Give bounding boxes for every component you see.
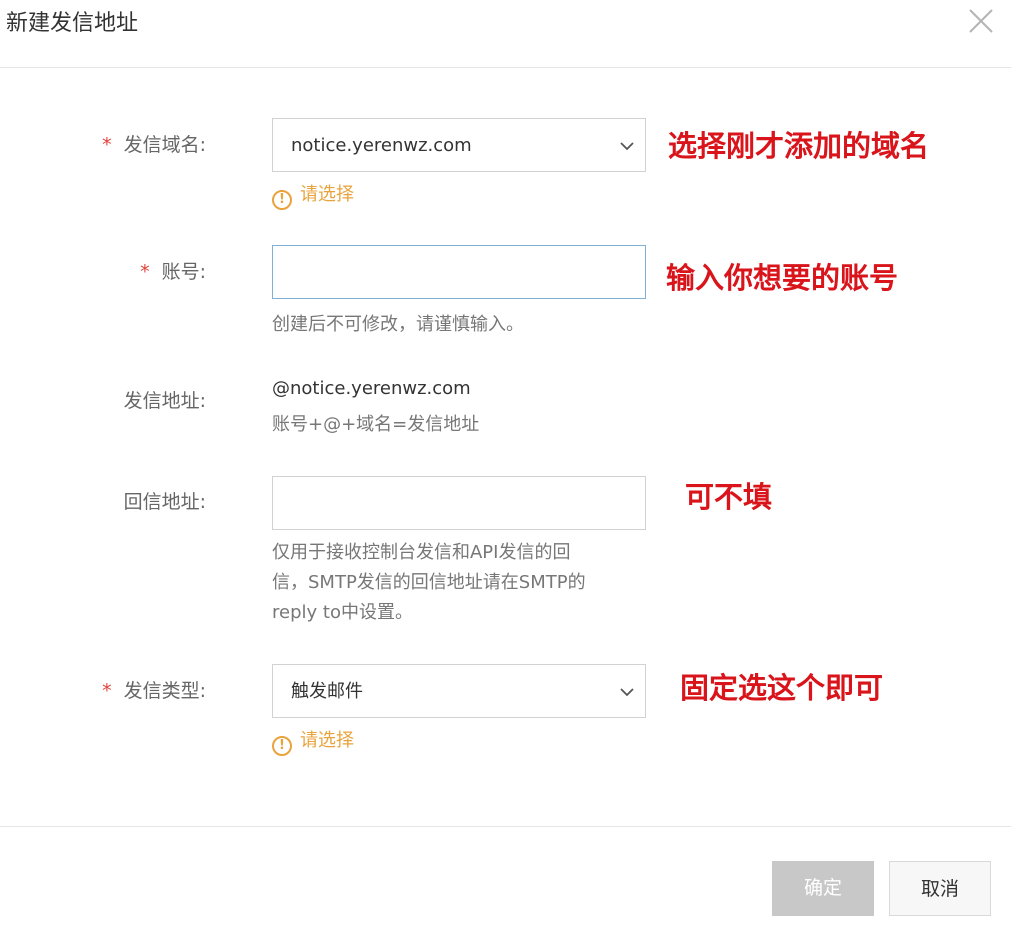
required-asterisk: * [102,134,112,156]
reply-label: 回信地址: [123,491,206,513]
address-label: 发信地址: [123,390,206,412]
account-input-box [272,245,646,299]
required-asterisk: * [102,680,112,702]
exclamation-circle-icon: ! [272,736,292,756]
required-asterisk: * [140,261,150,283]
domain-select-value: notice.yerenwz.com [291,135,472,156]
type-label: * 发信类型: [102,680,206,702]
account-input[interactable] [273,246,645,298]
domain-label: * 发信域名: [102,134,206,156]
annotation-reply: 可不填 [685,480,773,514]
reply-input[interactable] [273,477,645,529]
type-warning: ! 请选择 [272,728,354,756]
domain-warning: ! 请选择 [272,182,354,210]
reply-hint-line: reply to中设置。 [272,602,413,623]
annotation-type: 固定选这个即可 [680,671,884,705]
reply-input-box [272,476,646,530]
reply-hint-line: 仅用于接收控制台发信和API发信的回 [272,542,571,563]
dialog-header: 新建发信地址 [0,0,1011,68]
reply-hint-line: 信，SMTP发信的回信地址请在SMTP的 [272,572,586,593]
dialog-footer-divider [0,826,1011,827]
address-value: @notice.yerenwz.com [272,378,471,399]
type-select-value: 触发邮件 [291,681,363,702]
account-label: * 账号: [140,261,206,283]
chevron-down-icon [620,142,634,151]
exclamation-circle-icon: ! [272,190,292,210]
chevron-down-icon [620,688,634,697]
type-select[interactable]: 触发邮件 [272,664,646,718]
annotation-domain: 选择刚才添加的域名 [668,129,930,163]
cancel-button[interactable]: 取消 [889,861,991,916]
address-hint: 账号+@+域名=发信地址 [272,414,480,435]
annotation-account: 输入你想要的账号 [666,261,899,295]
close-icon[interactable] [965,5,997,37]
account-hint: 创建后不可修改，请谨慎输入。 [272,314,524,335]
reply-hint: 仅用于接收控制台发信和API发信的回 信，SMTP发信的回信地址请在SMTP的 … [272,538,652,628]
domain-select[interactable]: notice.yerenwz.com [272,118,646,172]
confirm-button[interactable]: 确定 [772,861,874,916]
dialog-title: 新建发信地址 [6,11,139,36]
